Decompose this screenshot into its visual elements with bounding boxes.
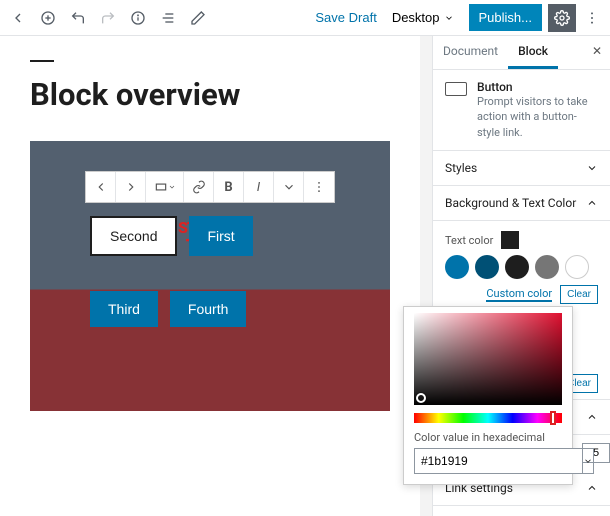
saturation-picker[interactable] (414, 313, 562, 405)
chevron-up-icon (586, 482, 598, 494)
panel-styles[interactable]: Styles (433, 151, 610, 186)
panel-bg-text-label: Background & Text Color (445, 196, 576, 210)
redo-icon[interactable] (98, 8, 118, 28)
chevron-down-icon (586, 162, 598, 174)
hex-toggle-icon[interactable] (583, 448, 594, 474)
cover-block[interactable]: STRANGERTHINGS B I Second First Third Fo… (30, 141, 390, 411)
settings-sidebar: Document Block ✕ Button Prompt visitors … (432, 36, 610, 516)
block-description: Prompt visitors to take action with a bu… (477, 94, 598, 140)
hex-label: Color value in hexadecimal (414, 431, 562, 444)
settings-button[interactable] (548, 4, 576, 32)
block-info: Button Prompt visitors to take action wi… (433, 70, 610, 151)
page-title[interactable]: Block overview (30, 76, 390, 113)
button-block-icon (445, 82, 467, 96)
panel-bg-text-color[interactable]: Background & Text Color (433, 186, 610, 221)
tab-document[interactable]: Document (433, 36, 508, 69)
swatch-2[interactable] (475, 255, 499, 279)
add-block-icon[interactable] (38, 8, 58, 28)
info-icon[interactable] (128, 8, 148, 28)
button-second[interactable]: Second (90, 216, 177, 256)
button-first[interactable]: First (189, 216, 252, 256)
saturation-handle[interactable] (416, 393, 426, 403)
toolbar-bold-icon[interactable]: B (214, 172, 244, 202)
panel-styles-label: Styles (445, 161, 477, 175)
toolbar-italic-icon[interactable]: I (244, 172, 274, 202)
custom-color-link[interactable]: Custom color (486, 287, 552, 302)
toolbar-next-icon[interactable] (116, 172, 146, 202)
hue-handle[interactable] (550, 411, 556, 425)
chevron-up-icon (586, 197, 598, 209)
current-text-color-swatch (501, 231, 519, 249)
hex-input[interactable] (414, 448, 583, 474)
color-picker-popover: Color value in hexadecimal (403, 306, 573, 485)
publish-button[interactable]: Publish... (469, 4, 542, 31)
block-name: Button (477, 80, 598, 94)
editor-toolbar: Save Draft Desktop Publish... (0, 0, 610, 36)
editor-canvas[interactable]: Block overview STRANGERTHINGS B I Second… (0, 36, 420, 516)
color-swatches (445, 255, 598, 279)
toolbar-prev-icon[interactable] (86, 172, 116, 202)
clear-text-color-button[interactable]: Clear (560, 285, 598, 304)
chevron-up-icon (586, 411, 598, 423)
hue-slider[interactable] (414, 413, 562, 423)
swatch-4[interactable] (535, 255, 559, 279)
swatch-3[interactable] (505, 255, 529, 279)
back-icon[interactable] (8, 8, 28, 28)
toolbar-align-icon[interactable] (146, 172, 184, 202)
preview-dropdown[interactable]: Desktop (383, 5, 463, 30)
swatch-1[interactable] (445, 255, 469, 279)
outline-icon[interactable] (158, 8, 178, 28)
text-color-label: Text color (445, 234, 493, 247)
title-separator (30, 60, 54, 62)
swatch-5[interactable] (565, 255, 589, 279)
toolbar-link-icon[interactable] (184, 172, 214, 202)
block-toolbar: B I (85, 171, 335, 203)
preview-mode-label: Desktop (392, 10, 440, 25)
toolbar-chevron-down-icon[interactable] (274, 172, 304, 202)
save-draft-button[interactable]: Save Draft (315, 10, 376, 25)
edit-icon[interactable] (188, 8, 208, 28)
toolbar-more-icon[interactable] (304, 172, 334, 202)
close-sidebar-icon[interactable]: ✕ (584, 36, 610, 69)
button-fourth[interactable]: Fourth (170, 291, 246, 327)
button-third[interactable]: Third (90, 291, 158, 327)
tab-block[interactable]: Block (508, 36, 558, 69)
more-icon[interactable] (582, 8, 602, 28)
undo-icon[interactable] (68, 8, 88, 28)
